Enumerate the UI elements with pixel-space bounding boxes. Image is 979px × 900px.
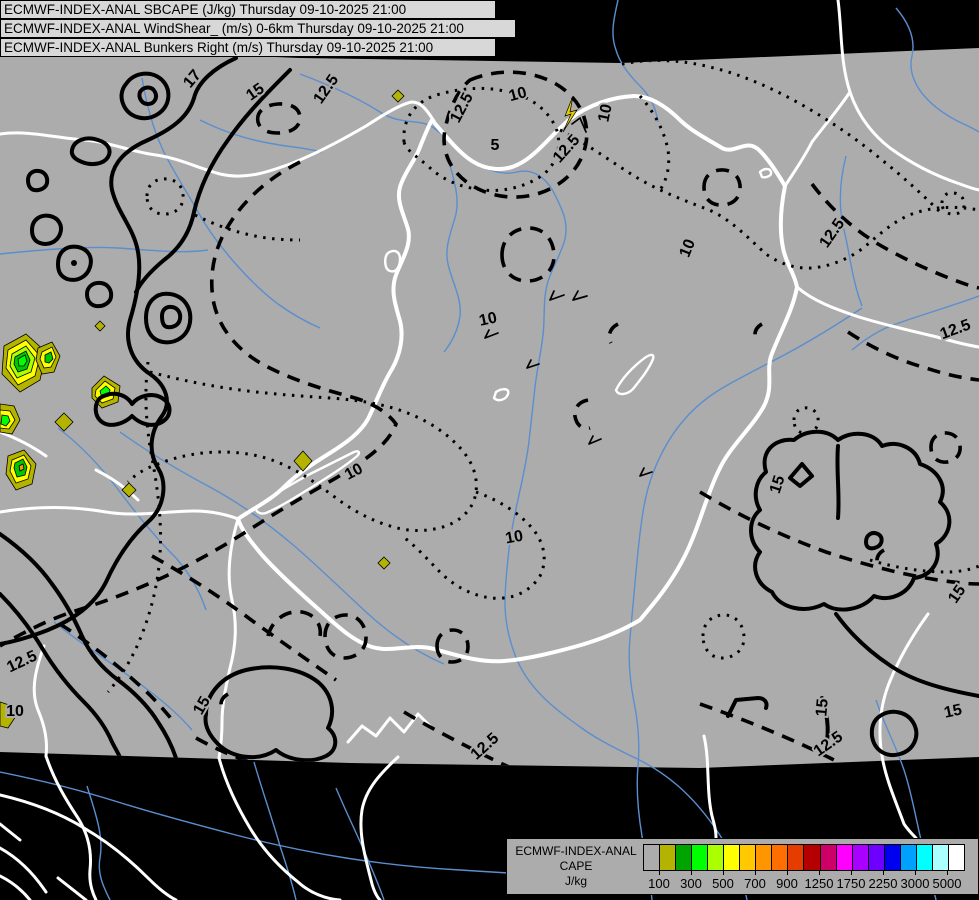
colorbar-tick bbox=[659, 870, 660, 875]
colorbar-cell bbox=[692, 845, 709, 870]
colorbar-tick bbox=[851, 870, 852, 875]
contour-label: 5 bbox=[491, 137, 500, 154]
colorbar-tick bbox=[755, 870, 756, 875]
colorbar-cell bbox=[932, 845, 949, 870]
colorbar-tick bbox=[883, 870, 884, 875]
colorbar-cell bbox=[868, 845, 885, 870]
colorbar-cell bbox=[900, 845, 917, 870]
legend-parameter: CAPE bbox=[559, 859, 593, 873]
title-bar-bunkers: ECMWF-INDEX-ANAL Bunkers Right (m/s) Thu… bbox=[0, 38, 496, 57]
colorbar-cell bbox=[804, 845, 821, 870]
legend-box: ECMWF-INDEX-ANAL CAPE J/kg 100 300 500 700 9… bbox=[506, 838, 979, 895]
legend-unit: J/kg bbox=[564, 874, 587, 888]
legend-model: ECMWF-INDEX-ANAL bbox=[515, 844, 637, 858]
title-bar-windshear: ECMWF-INDEX-ANAL WindShear_ (m/s) 0-6km … bbox=[0, 19, 516, 38]
colorbar-cell bbox=[724, 845, 741, 870]
contour-label: 10 bbox=[478, 309, 499, 329]
contour-label: 10 bbox=[6, 703, 24, 720]
contour-label: 10 bbox=[504, 528, 525, 548]
colorbar-tick bbox=[691, 870, 692, 875]
map-canvas: 1715 12.512.5 105 12.51010 12.512.510101012.… bbox=[0, 0, 979, 900]
title-bar-sbcape: ECMWF-INDEX-ANAL SBCAPE (J/kg) Thursday … bbox=[0, 0, 496, 19]
contour-label: 15 bbox=[813, 698, 831, 717]
colorbar-tick bbox=[915, 870, 916, 875]
contour-label: 10 bbox=[595, 102, 615, 123]
colorbar-tick bbox=[787, 870, 788, 875]
title-text-bunkers: ECMWF-INDEX-ANAL Bunkers Right (m/s) Thu… bbox=[4, 40, 434, 55]
colorbar-cell bbox=[756, 845, 773, 870]
colorbar-cell bbox=[884, 845, 901, 870]
colorbar-tick-label: 5000 bbox=[932, 876, 962, 891]
weather-map-screen: 17 15 12.5 12.5 10 5 12.5 10 10 12.5 12.5 10 10 10 12.… bbox=[0, 0, 979, 900]
colorbar-cell bbox=[852, 845, 869, 870]
colorbar-tick bbox=[819, 870, 820, 875]
colorbar-cell bbox=[708, 845, 725, 870]
contour-label: 15 bbox=[943, 701, 964, 721]
colorbar-cell bbox=[644, 845, 661, 870]
colorbar-cell bbox=[740, 845, 757, 870]
title-text-windshear: ECMWF-INDEX-ANAL WindShear_ (m/s) 0-6km … bbox=[4, 21, 464, 36]
colorbar-tick bbox=[947, 870, 948, 875]
colorbar-tick bbox=[723, 870, 724, 875]
colorbar-cell bbox=[788, 845, 805, 870]
cape-colorbar bbox=[643, 844, 965, 871]
colorbar-cell bbox=[660, 845, 677, 870]
colorbar-cell bbox=[772, 845, 789, 870]
colorbar-cell bbox=[916, 845, 933, 870]
colorbar-cell bbox=[676, 845, 693, 870]
colorbar-cell bbox=[820, 845, 837, 870]
colorbar-cell bbox=[836, 845, 853, 870]
colorbar-cell bbox=[948, 845, 964, 870]
legend-text-block: ECMWF-INDEX-ANAL CAPE J/kg bbox=[513, 844, 639, 889]
title-text-sbcape: ECMWF-INDEX-ANAL SBCAPE (J/kg) Thursday … bbox=[4, 2, 407, 17]
